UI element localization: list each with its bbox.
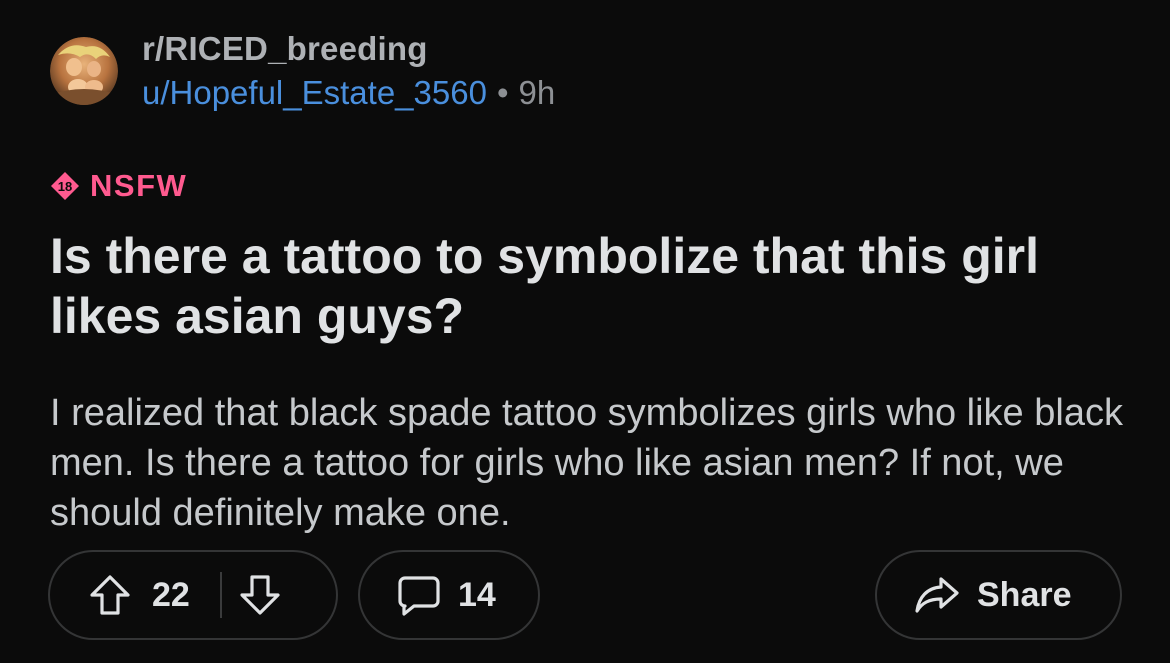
share-arrow-icon <box>915 577 959 613</box>
upvote-count: 22 <box>152 575 190 614</box>
nsfw-badge-number: 18 <box>58 179 72 194</box>
share-button[interactable]: Share <box>875 550 1122 640</box>
arrow-down-icon <box>240 575 280 615</box>
nsfw-label: NSFW <box>90 168 188 203</box>
subreddit-name[interactable]: r/RICED_breeding <box>142 30 555 68</box>
author-username[interactable]: u/Hopeful_Estate_3560 <box>142 74 487 112</box>
comment-count: 14 <box>458 575 496 614</box>
post-card: r/RICED_breeding u/Hopeful_Estate_3560 •… <box>0 0 1170 663</box>
comment-bubble-icon <box>398 576 440 616</box>
post-header: r/RICED_breeding u/Hopeful_Estate_3560 •… <box>50 30 555 112</box>
arrow-up-icon <box>90 575 130 615</box>
nsfw-18-icon: 18 <box>50 171 80 201</box>
comments-button[interactable]: 14 <box>358 550 540 640</box>
upvote-button[interactable] <box>88 573 132 617</box>
post-body: I realized that black spade tattoo symbo… <box>50 392 1123 534</box>
share-label: Share <box>977 575 1072 614</box>
action-bar: 22 14 Share <box>0 550 1170 642</box>
nsfw-tag: 18 NSFW <box>50 168 187 204</box>
vote-control: 22 <box>48 550 338 640</box>
comment-icon-wrap <box>396 572 442 618</box>
post-meta: r/RICED_breeding u/Hopeful_Estate_3560 •… <box>142 30 555 112</box>
avatar-image <box>50 36 118 105</box>
downvote-button[interactable] <box>238 573 282 617</box>
vote-divider <box>219 572 222 618</box>
share-icon-wrap <box>913 573 961 617</box>
meta-separator: • <box>496 73 509 111</box>
subreddit-avatar[interactable] <box>50 36 118 105</box>
post-title[interactable]: Is there a tattoo to symbolize that this… <box>50 226 1130 346</box>
author-line: u/Hopeful_Estate_3560 • 9h <box>142 74 555 112</box>
post-age: 9h <box>518 73 556 111</box>
